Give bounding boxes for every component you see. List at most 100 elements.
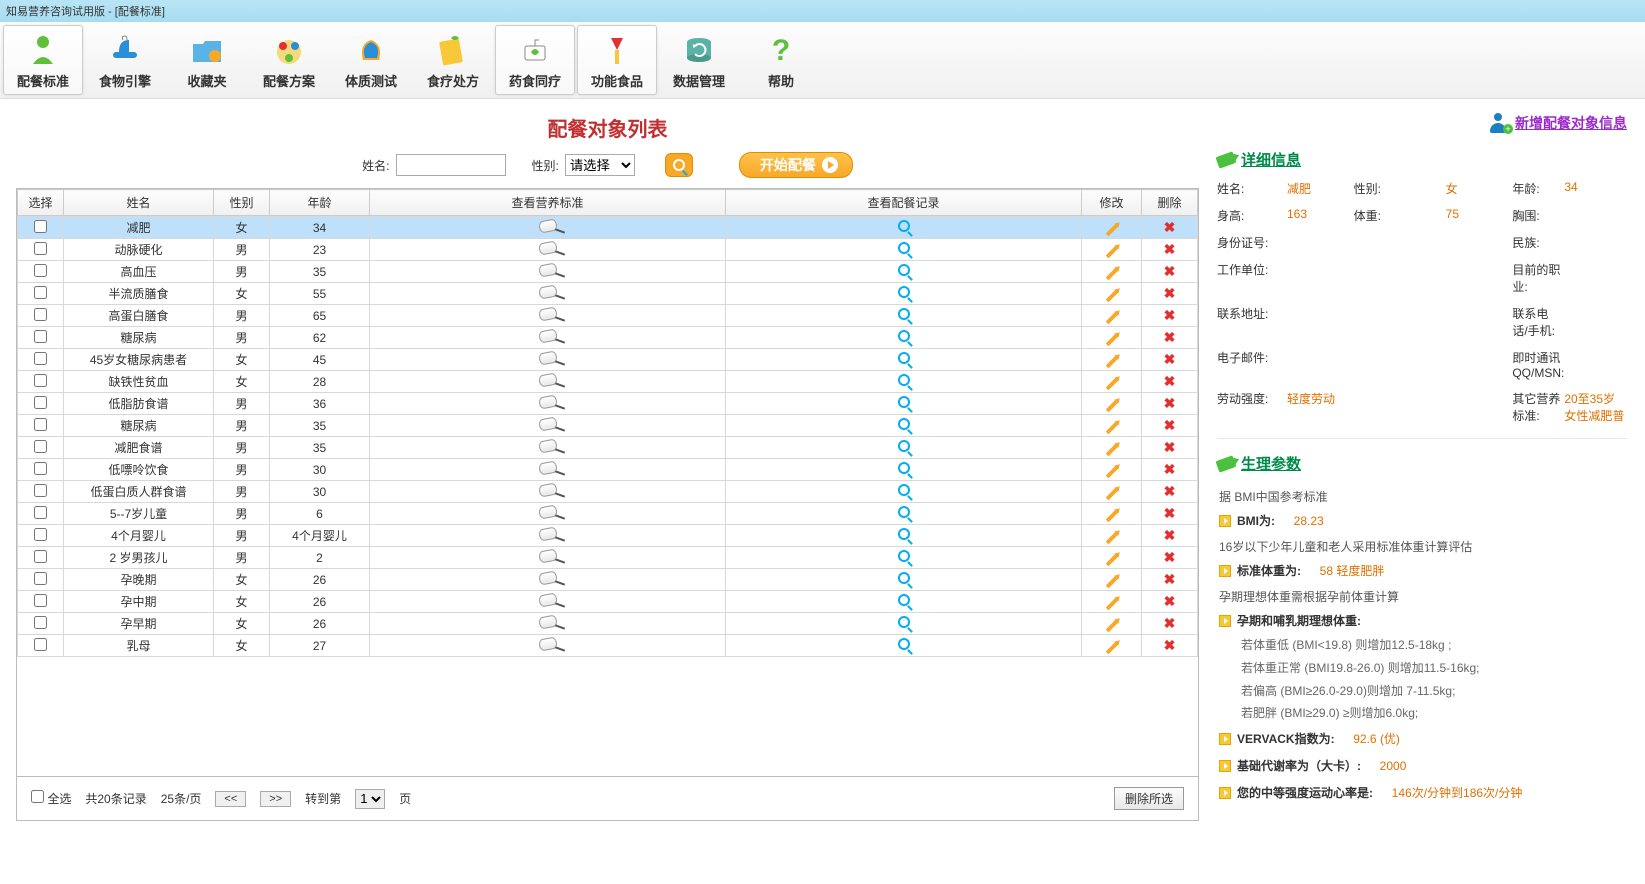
view-standard-button[interactable] xyxy=(539,572,557,587)
view-standard-button[interactable] xyxy=(539,462,557,477)
view-standard-button[interactable] xyxy=(539,352,557,367)
table-row[interactable]: 缺铁性贫血女28✖ xyxy=(18,371,1198,393)
tb-fav[interactable]: 收藏夹 xyxy=(167,25,247,95)
delete-button[interactable]: ✖ xyxy=(1164,263,1176,280)
tb-plan[interactable]: 配餐方案 xyxy=(249,25,329,95)
table-row[interactable]: 孕中期女26✖ xyxy=(18,591,1198,613)
view-standard-button[interactable] xyxy=(539,242,557,257)
tb-help[interactable]: ?帮助 xyxy=(741,25,821,95)
row-checkbox[interactable] xyxy=(34,528,47,541)
row-checkbox[interactable] xyxy=(34,418,47,431)
view-record-button[interactable] xyxy=(898,638,910,653)
delete-button[interactable]: ✖ xyxy=(1164,637,1176,654)
view-standard-button[interactable] xyxy=(539,220,557,235)
view-record-button[interactable] xyxy=(898,418,910,433)
delete-button[interactable]: ✖ xyxy=(1164,241,1176,258)
table-row[interactable]: 糖尿病男35✖ xyxy=(18,415,1198,437)
tb-standard[interactable]: 配餐标准 xyxy=(3,25,83,95)
edit-button[interactable] xyxy=(1105,397,1119,411)
edit-button[interactable] xyxy=(1105,551,1119,565)
table-row[interactable]: 低脂肪食谱男36✖ xyxy=(18,393,1198,415)
table-row[interactable]: 2 岁男孩儿男2✖ xyxy=(18,547,1198,569)
edit-button[interactable] xyxy=(1105,419,1119,433)
view-standard-button[interactable] xyxy=(539,550,557,565)
view-standard-button[interactable] xyxy=(539,528,557,543)
row-checkbox[interactable] xyxy=(34,484,47,497)
edit-button[interactable] xyxy=(1105,485,1119,499)
view-record-button[interactable] xyxy=(898,572,910,587)
delete-button[interactable]: ✖ xyxy=(1164,527,1176,544)
tb-med[interactable]: 药食同疗 xyxy=(495,25,575,95)
view-standard-button[interactable] xyxy=(539,484,557,499)
view-record-button[interactable] xyxy=(898,220,910,235)
edit-button[interactable] xyxy=(1105,287,1119,301)
delete-button[interactable]: ✖ xyxy=(1164,285,1176,302)
table-row[interactable]: 糖尿病男62✖ xyxy=(18,327,1198,349)
delete-button[interactable]: ✖ xyxy=(1164,593,1176,610)
tb-diet[interactable]: 食疗处方 xyxy=(413,25,493,95)
view-standard-button[interactable] xyxy=(539,264,557,279)
next-page-button[interactable]: >> xyxy=(260,791,291,807)
view-record-button[interactable] xyxy=(898,396,910,411)
row-checkbox[interactable] xyxy=(34,264,47,277)
row-checkbox[interactable] xyxy=(34,242,47,255)
view-record-button[interactable] xyxy=(898,286,910,301)
view-record-button[interactable] xyxy=(898,242,910,257)
table-row[interactable]: 孕早期女26✖ xyxy=(18,613,1198,635)
search-button[interactable] xyxy=(665,153,693,177)
edit-button[interactable] xyxy=(1105,375,1119,389)
view-standard-button[interactable] xyxy=(539,594,557,609)
view-record-button[interactable] xyxy=(898,330,910,345)
table-row[interactable]: 5--7岁儿童男6✖ xyxy=(18,503,1198,525)
row-checkbox[interactable] xyxy=(34,616,47,629)
table-row[interactable]: 减肥女34✖ xyxy=(18,217,1198,239)
delete-button[interactable]: ✖ xyxy=(1164,439,1176,456)
tb-body[interactable]: 体质测试 xyxy=(331,25,411,95)
delete-button[interactable]: ✖ xyxy=(1164,461,1176,478)
tb-data[interactable]: 数据管理 xyxy=(659,25,739,95)
table-row[interactable]: 高蛋白膳食男65✖ xyxy=(18,305,1198,327)
edit-button[interactable] xyxy=(1105,309,1119,323)
delete-button[interactable]: ✖ xyxy=(1164,505,1176,522)
edit-button[interactable] xyxy=(1105,221,1119,235)
row-checkbox[interactable] xyxy=(34,506,47,519)
row-checkbox[interactable] xyxy=(34,396,47,409)
delete-button[interactable]: ✖ xyxy=(1164,483,1176,500)
view-record-button[interactable] xyxy=(898,528,910,543)
view-record-button[interactable] xyxy=(898,594,910,609)
view-record-button[interactable] xyxy=(898,616,910,631)
delete-button[interactable]: ✖ xyxy=(1164,329,1176,346)
prev-page-button[interactable]: << xyxy=(215,791,246,807)
delete-button[interactable]: ✖ xyxy=(1164,373,1176,390)
table-row[interactable]: 低蛋白质人群食谱男30✖ xyxy=(18,481,1198,503)
edit-button[interactable] xyxy=(1105,331,1119,345)
edit-button[interactable] xyxy=(1105,617,1119,631)
row-checkbox[interactable] xyxy=(34,330,47,343)
view-standard-button[interactable] xyxy=(539,440,557,455)
edit-button[interactable] xyxy=(1105,529,1119,543)
filter-name-input[interactable] xyxy=(396,154,506,176)
view-record-button[interactable] xyxy=(898,264,910,279)
view-record-button[interactable] xyxy=(898,506,910,521)
view-standard-button[interactable] xyxy=(539,330,557,345)
delete-button[interactable]: ✖ xyxy=(1164,615,1176,632)
edit-button[interactable] xyxy=(1105,441,1119,455)
row-checkbox[interactable] xyxy=(34,286,47,299)
goto-page-select[interactable]: 1 xyxy=(355,789,385,809)
delete-button[interactable]: ✖ xyxy=(1164,307,1176,324)
edit-button[interactable] xyxy=(1105,507,1119,521)
table-row[interactable]: 45岁女糖尿病患者女45✖ xyxy=(18,349,1198,371)
edit-button[interactable] xyxy=(1105,265,1119,279)
row-checkbox[interactable] xyxy=(34,462,47,475)
edit-button[interactable] xyxy=(1105,639,1119,653)
delete-button[interactable]: ✖ xyxy=(1164,219,1176,236)
edit-button[interactable] xyxy=(1105,353,1119,367)
delete-selected-button[interactable]: 删除所选 xyxy=(1114,787,1184,810)
table-row[interactable]: 半流质膳食女55✖ xyxy=(18,283,1198,305)
row-checkbox[interactable] xyxy=(34,572,47,585)
row-checkbox[interactable] xyxy=(34,308,47,321)
table-row[interactable]: 孕晚期女26✖ xyxy=(18,569,1198,591)
table-row[interactable]: 低嘌呤饮食男30✖ xyxy=(18,459,1198,481)
view-standard-button[interactable] xyxy=(539,506,557,521)
start-meal-button[interactable]: 开始配餐 xyxy=(739,152,853,178)
